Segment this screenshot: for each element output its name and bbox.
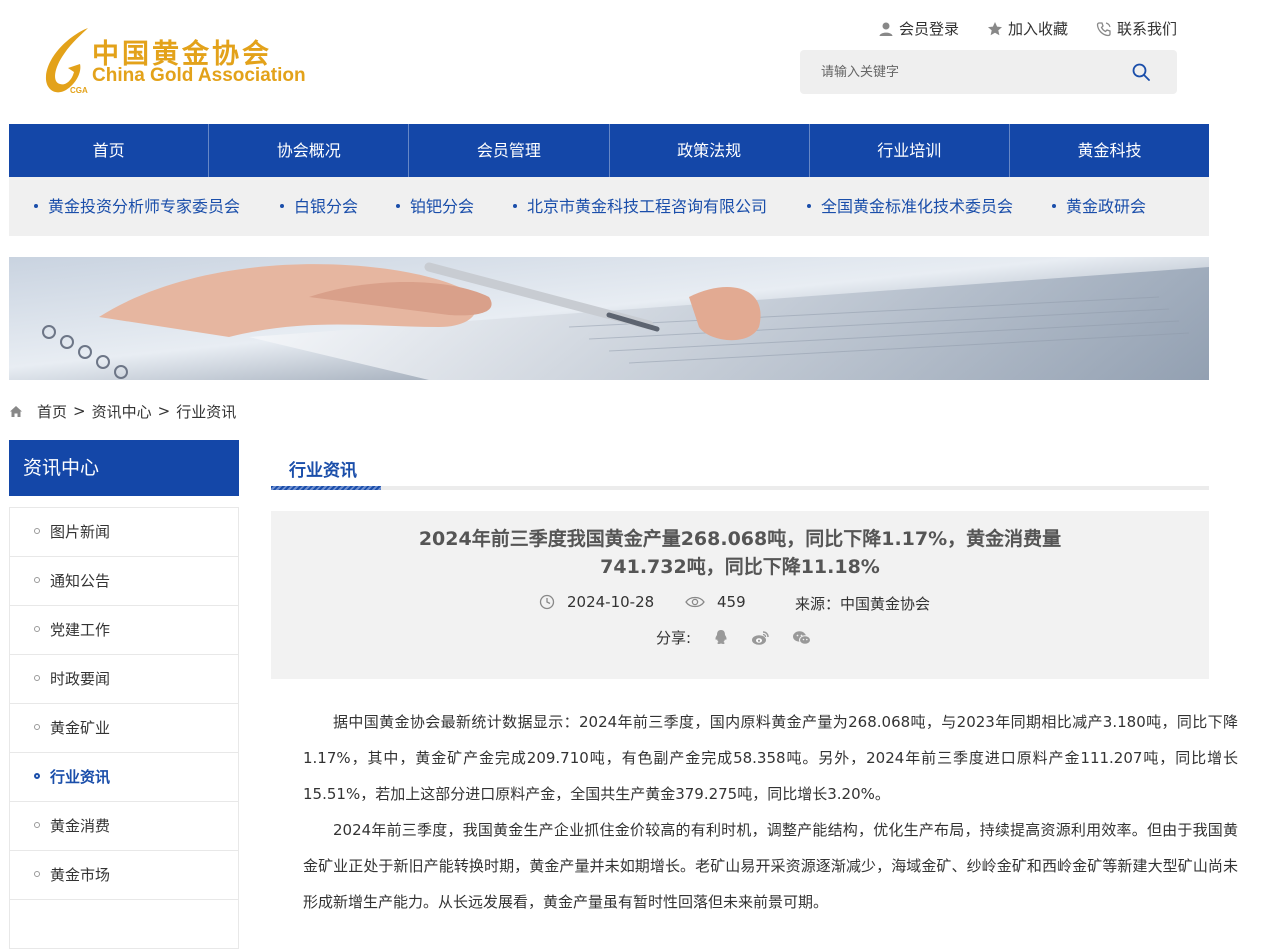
article-header: 2024年前三季度我国黄金产量268.068吨，同比下降1.17%，黄金消费量7… [271,511,1209,679]
weibo-icon[interactable] [751,630,770,646]
breadcrumb-separator: > [157,402,171,420]
phone-icon [1096,21,1111,36]
sub-nav-label: 全国黄金标准化技术委员会 [821,197,1014,216]
sidebar-item-gold-market[interactable]: 黄金市场 [10,851,238,900]
sidebar-item-label: 黄金矿业 [50,719,111,737]
sidebar-title: 资讯中心 [9,440,239,496]
article-source: 来源：中国黄金协会 [795,593,930,614]
sub-nav-label: 北京市黄金科技工程咨询有限公司 [527,197,768,216]
sub-nav-item[interactable]: 黄金政研会 [1052,177,1146,236]
search-input[interactable] [800,50,1120,94]
bullet-icon [34,527,40,534]
sidebar-item-label: 图片新闻 [50,523,111,541]
sidebar-list: 图片新闻 通知公告 党建工作 时政要闻 黄金矿业 行业资讯 黄金消费 黄金市场 [9,507,239,949]
sub-nav-label: 黄金投资分析师专家委员会 [48,197,241,216]
eye-icon [685,596,705,608]
sidebar-item-label: 行业资讯 [50,768,111,786]
sidebar-item-label: 时政要闻 [50,670,111,688]
sidebar-item-current-affairs[interactable]: 时政要闻 [10,655,238,704]
add-favorite-link[interactable]: 加入收藏 [987,18,1068,39]
article-title: 2024年前三季度我国黄金产量268.068吨，同比下降1.17%，黄金消费量7… [418,528,1062,578]
main-nav: 首页 协会概况 会员管理 政策法规 行业培训 黄金科技 [9,124,1209,177]
breadcrumb-separator: > [73,402,86,420]
member-login-label: 会员登录 [898,20,959,38]
home-icon [10,405,22,417]
sub-nav-item[interactable]: 白银分会 [280,177,358,236]
bullet-icon [34,821,40,828]
banner-image [9,257,1209,380]
nav-item-policy[interactable]: 政策法规 [610,124,810,177]
article-paragraph: 据中国黄金协会最新统计数据显示：2024年前三季度，国内原料黄金产量为268.0… [303,713,1238,803]
sub-nav-item[interactable]: 全国黄金标准化技术委员会 [807,177,1013,236]
bullet-icon [513,203,517,208]
sub-nav-label: 黄金政研会 [1066,197,1147,216]
bullet-icon [280,203,284,208]
bullet-icon [34,203,38,208]
tab-industry-news[interactable]: 行业资讯 [289,456,357,481]
share-bar: 分享: [656,627,812,648]
sidebar-item-gold-consumption[interactable]: 黄金消费 [10,802,238,851]
article-views-count: 459 [717,593,746,611]
wechat-icon[interactable] [792,630,812,646]
bullet-icon [34,723,40,730]
contact-us-label: 联系我们 [1116,20,1177,38]
breadcrumb: 首页 > 资讯中心 > 行业资讯 [9,399,236,423]
breadcrumb-industry-news[interactable]: 行业资讯 [176,401,236,422]
article-date: 2024-10-28 [539,593,654,611]
sidebar-item-more[interactable] [10,900,238,949]
sub-nav: 黄金投资分析师专家委员会 白银分会 铂钯分会 北京市黄金科技工程咨询有限公司 全… [9,177,1209,236]
sidebar-item-label: 党建工作 [50,621,111,639]
sidebar-item-label: 通知公告 [50,572,111,590]
article-paragraph: 2024年前三季度，我国黄金生产企业抓住金价较高的有利时机，调整产能结构，优化生… [303,821,1238,911]
bullet-icon [34,625,40,632]
sidebar-item-photo-news[interactable]: 图片新闻 [10,508,238,557]
breadcrumb-home[interactable]: 首页 [37,401,67,422]
share-label: 分享: [656,629,692,647]
logo-english-name: China Gold Association [92,65,306,86]
qq-icon[interactable] [713,629,729,646]
article-views: 459 [685,593,746,611]
sub-nav-label: 白银分会 [294,197,359,216]
nav-item-about[interactable]: 协会概况 [209,124,410,177]
top-links: 会员登录 加入收藏 联系我们 [878,18,1177,39]
bullet-icon [396,203,400,208]
article-body: 据中国黄金协会最新统计数据显示：2024年前三季度，国内原料黄金产量为268.0… [303,704,1238,920]
nav-item-technology[interactable]: 黄金科技 [1010,124,1209,177]
nav-item-members[interactable]: 会员管理 [409,124,610,177]
logo-abbreviation: CGA [70,86,88,95]
bullet-icon [34,772,40,779]
sub-nav-item[interactable]: 黄金投资分析师专家委员会 [34,177,240,236]
site-logo[interactable]: 中国黄金协会 China Gold Association CGA [42,24,342,100]
bullet-icon [34,870,40,877]
add-favorite-label: 加入收藏 [1007,20,1068,38]
sidebar-item-gold-mining[interactable]: 黄金矿业 [10,704,238,753]
bullet-icon [34,576,40,583]
sidebar-item-notices[interactable]: 通知公告 [10,557,238,606]
user-icon [879,22,893,36]
sub-nav-label: 铂钯分会 [410,197,475,216]
sidebar-item-industry-news[interactable]: 行业资讯 [10,753,238,802]
article-date-text: 2024-10-28 [567,593,655,611]
article-source-text: 来源：中国黄金协会 [795,595,931,613]
active-tab-indicator [271,486,381,490]
nav-item-training[interactable]: 行业培训 [810,124,1010,177]
sub-nav-item[interactable]: 铂钯分会 [396,177,474,236]
section-tab-bar: 行业资讯 [271,444,1209,490]
sidebar-item-label: 黄金市场 [50,866,111,884]
sub-nav-item[interactable]: 北京市黄金科技工程咨询有限公司 [513,177,767,236]
member-login-link[interactable]: 会员登录 [878,18,959,39]
star-icon [987,21,1002,35]
search-box [800,50,1177,94]
sidebar-item-label: 黄金消费 [50,817,111,835]
clock-icon [539,594,555,610]
breadcrumb-news-center[interactable]: 资讯中心 [92,401,152,422]
bullet-icon [34,674,40,681]
search-icon[interactable] [1131,62,1151,82]
bullet-icon [1052,203,1056,208]
sidebar-item-party-building[interactable]: 党建工作 [10,606,238,655]
article-meta: 2024-10-28 459 来源：中国黄金协会 [271,593,1209,615]
contact-us-link[interactable]: 联系我们 [1096,18,1177,39]
bullet-icon [807,203,811,208]
nav-item-home[interactable]: 首页 [9,124,210,177]
